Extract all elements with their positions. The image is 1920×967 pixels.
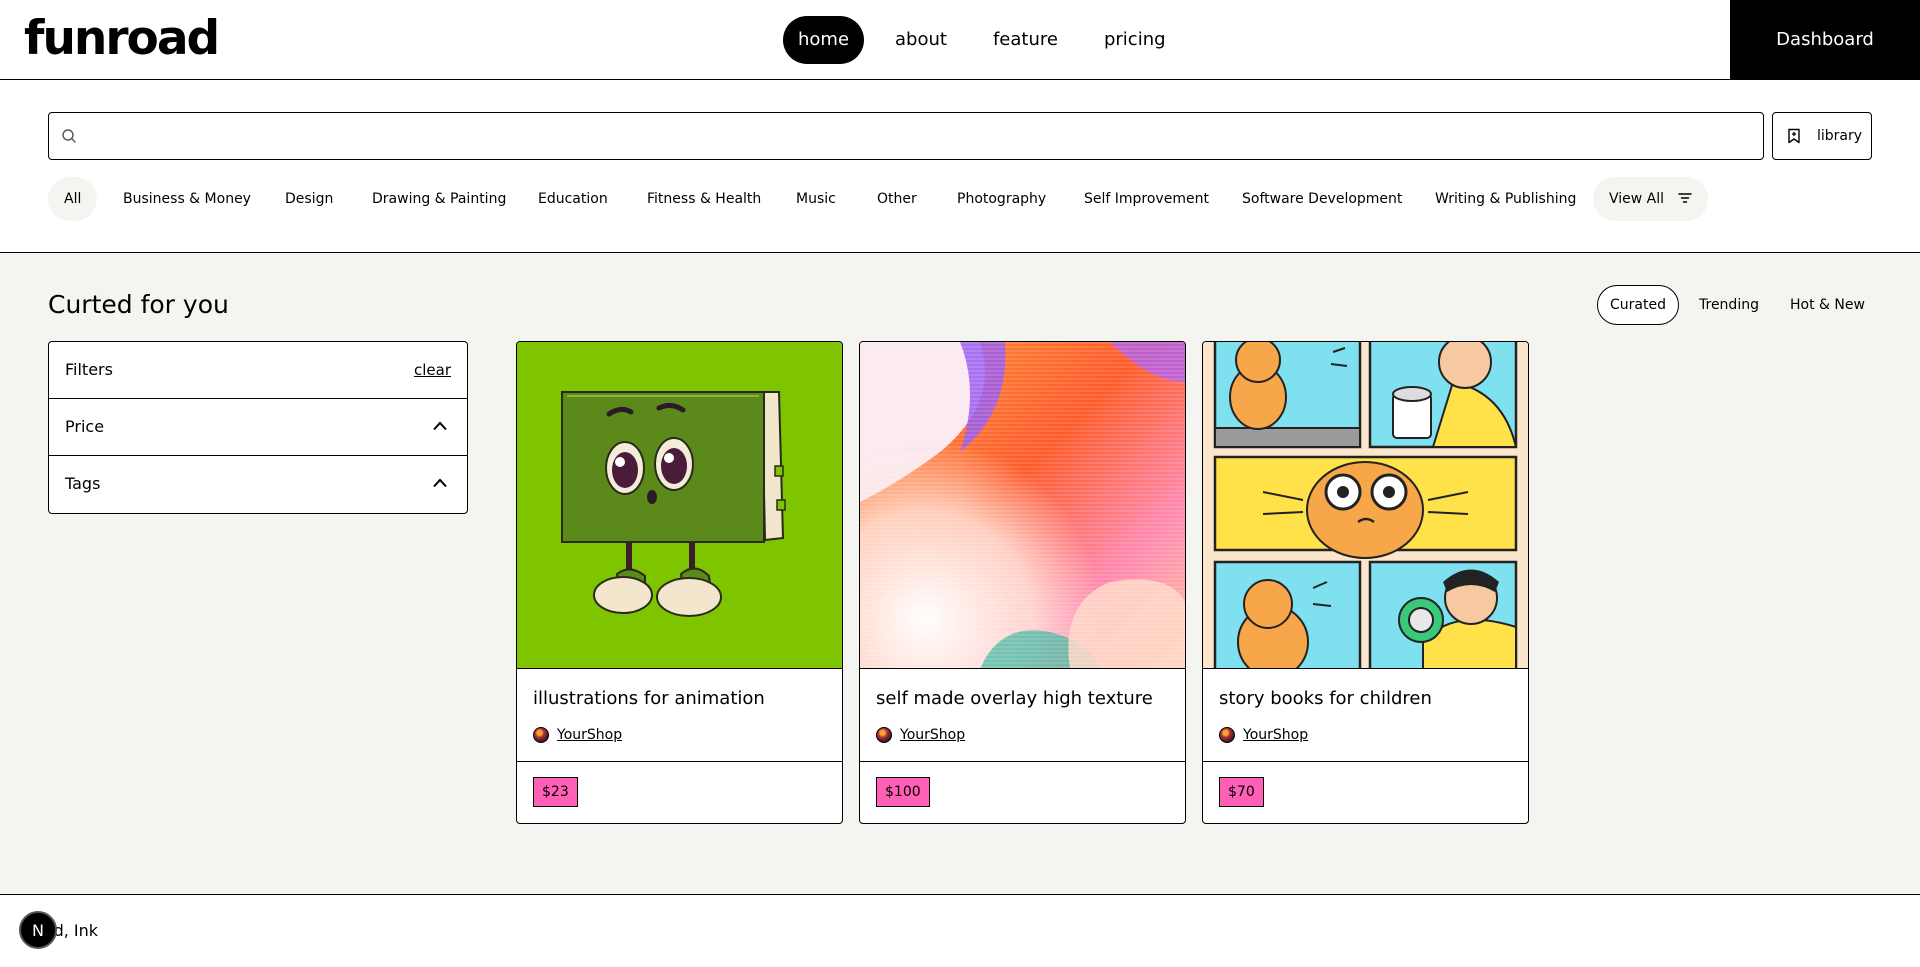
search-box[interactable] (48, 112, 1764, 160)
product-image[interactable] (517, 342, 842, 669)
price-tag: $70 (1219, 777, 1264, 807)
view-all-label: View All (1609, 191, 1665, 207)
category-music[interactable]: Music (796, 177, 836, 221)
category-fitness-health[interactable]: Fitness & Health (647, 177, 761, 221)
dev-tools-badge[interactable]: N (19, 911, 57, 949)
price-tag: $100 (876, 777, 930, 807)
nav-pricing[interactable]: pricing (1089, 16, 1181, 64)
cat-comic-image (1203, 342, 1528, 668)
category-other[interactable]: Other (877, 177, 917, 221)
price-tag: $23 (533, 777, 578, 807)
category-education[interactable]: Education (538, 177, 608, 221)
bookmark-icon (1788, 128, 1800, 144)
author-name[interactable]: YourShop (1243, 726, 1308, 744)
category-self-improvement[interactable]: Self Improvement (1084, 177, 1209, 221)
author-name[interactable]: YourShop (900, 726, 965, 744)
avatar (533, 727, 549, 743)
filter-tags-label: Tags (65, 474, 101, 493)
main-nav: home about feature pricing (783, 16, 1181, 64)
product-image[interactable] (1203, 342, 1528, 669)
nav-feature[interactable]: feature (978, 16, 1073, 64)
product-card[interactable]: story books for children YourShop $70 (1202, 341, 1529, 824)
chevron-up-icon (433, 478, 447, 488)
footer: oad, Ink (0, 894, 1920, 967)
product-title[interactable]: self made overlay high texture (876, 687, 1153, 711)
nav-about[interactable]: about (880, 16, 962, 64)
author-name[interactable]: YourShop (557, 726, 622, 744)
filter-price[interactable]: Price (49, 399, 467, 456)
nav-home[interactable]: home (783, 16, 865, 64)
product-title[interactable]: story books for children (1219, 687, 1432, 711)
tab-hot-new[interactable]: Hot & New (1777, 285, 1878, 325)
top-header: funroad home about feature pricing Dashb… (0, 0, 1920, 80)
filter-lines-icon (1678, 192, 1693, 203)
gradient-texture-image (860, 342, 1185, 668)
chevron-up-icon (433, 421, 447, 431)
product-card[interactable]: self made overlay high texture YourShop … (859, 341, 1186, 824)
filters-header: Filters clear (49, 342, 467, 399)
avatar (876, 727, 892, 743)
category-software-development[interactable]: Software Development (1242, 177, 1402, 221)
tab-curated[interactable]: Curated (1597, 285, 1679, 325)
product-image[interactable] (860, 342, 1185, 669)
library-button[interactable]: library (1772, 112, 1872, 160)
tab-trending[interactable]: Trending (1686, 285, 1772, 325)
logo[interactable]: funroad (24, 10, 220, 68)
search-input[interactable] (89, 113, 1749, 159)
library-label: library (1817, 128, 1863, 144)
filters-title: Filters (65, 360, 113, 379)
category-drawing-painting[interactable]: Drawing & Painting (372, 177, 506, 221)
card-divider (860, 761, 1185, 762)
product-title[interactable]: illustrations for animation (533, 687, 765, 711)
clear-filters-link[interactable]: clear (414, 342, 451, 398)
search-icon (62, 129, 76, 143)
category-all[interactable]: All (48, 177, 98, 221)
filters-panel: Filters clear Price Tags (48, 341, 468, 514)
card-divider (1203, 761, 1528, 762)
category-design[interactable]: Design (285, 177, 333, 221)
search-section: library All Business & Money Design Draw… (0, 80, 1920, 253)
product-card[interactable]: illustrations for animation YourShop $23 (516, 341, 843, 824)
card-divider (517, 761, 842, 762)
category-writing-publishing[interactable]: Writing & Publishing (1435, 177, 1576, 221)
filter-price-label: Price (65, 417, 105, 436)
category-business-money[interactable]: Business & Money (123, 177, 251, 221)
avatar (1219, 727, 1235, 743)
view-all-button[interactable]: View All (1593, 177, 1709, 221)
dashboard-button[interactable]: Dashboard (1730, 0, 1920, 80)
page-title: Curted for you (48, 290, 229, 319)
category-photography[interactable]: Photography (957, 177, 1046, 221)
filter-tags[interactable]: Tags (49, 456, 467, 513)
green-book-illustration (517, 342, 842, 668)
